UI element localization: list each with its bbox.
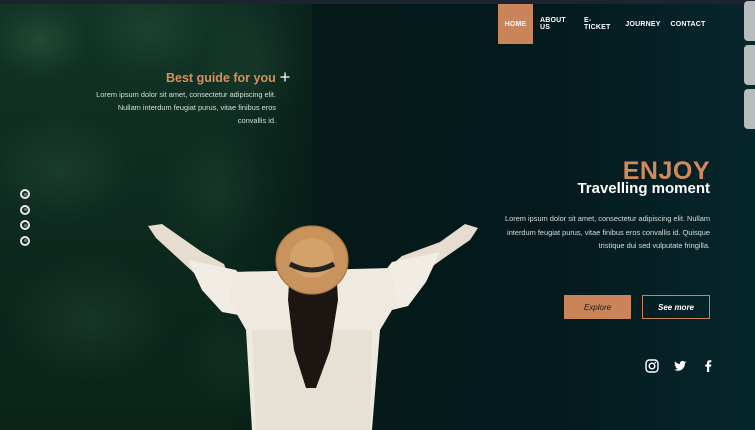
- traveller-photo: [148, 224, 478, 430]
- edge-tab-3[interactable]: [744, 89, 755, 129]
- landing-page: HOME ABOUT US E-TICKET JOURNEY CONTACT B…: [0, 0, 755, 430]
- nav-item-about-us[interactable]: ABOUT US: [533, 4, 577, 44]
- hero-description: Lorem ipsum dolor sit amet, consectetur …: [505, 214, 710, 250]
- plus-icon[interactable]: [280, 72, 290, 82]
- facebook-icon[interactable]: [701, 359, 715, 373]
- slider-dot[interactable]: [20, 204, 30, 215]
- slider-dot[interactable]: [20, 235, 30, 246]
- see-more-button[interactable]: See more: [642, 295, 710, 319]
- twitter-icon[interactable]: [673, 359, 687, 373]
- guide-description: Lorem ipsum dolor sit amet, consectetur …: [96, 90, 276, 125]
- explore-button[interactable]: Explore: [564, 295, 631, 319]
- slider-dots: [20, 189, 30, 251]
- nav-item-journey[interactable]: JOURNEY: [623, 4, 663, 44]
- instagram-icon[interactable]: [645, 359, 659, 373]
- social-links: [645, 359, 715, 373]
- slider-dot[interactable]: [20, 220, 30, 231]
- edge-tab-2[interactable]: [744, 45, 755, 85]
- nav-item-home[interactable]: HOME: [498, 4, 533, 44]
- slider-dot[interactable]: [20, 189, 30, 199]
- main-nav: HOME ABOUT US E-TICKET JOURNEY CONTACT: [498, 4, 713, 44]
- guide-title: Best guide for you: [166, 71, 276, 85]
- nav-item-contact[interactable]: CONTACT: [663, 4, 713, 44]
- nav-item-e-ticket[interactable]: E-TICKET: [577, 4, 623, 44]
- hero-tagline: Travelling moment: [577, 180, 710, 197]
- edge-tab-1[interactable]: [744, 1, 755, 41]
